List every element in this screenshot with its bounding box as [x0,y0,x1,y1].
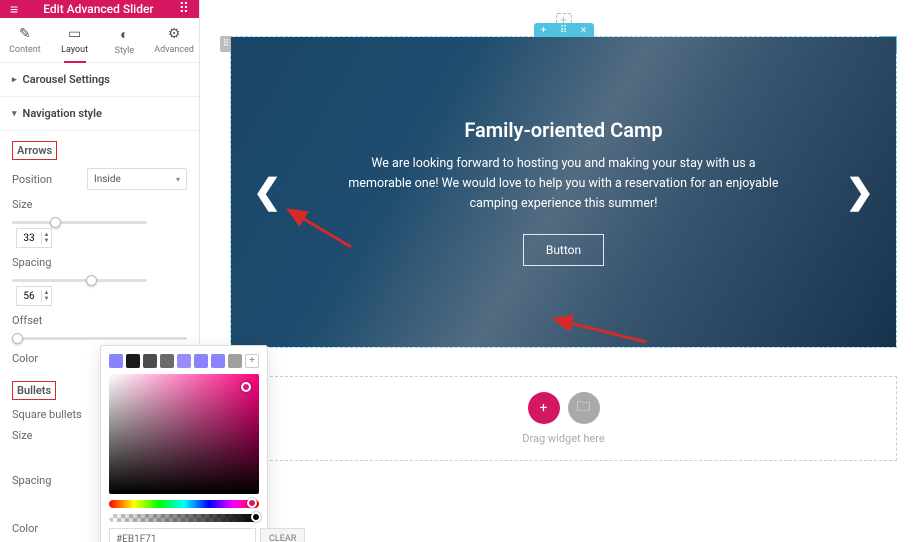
slider-thumb[interactable] [86,275,97,286]
add-widget-button[interactable]: + [528,392,560,424]
drop-zone[interactable]: + 🗀 Drag widget here [230,376,897,461]
swatch[interactable] [194,354,208,368]
tab-content[interactable]: ✎Content [0,18,50,62]
label-square-bullets: Square bullets [12,408,82,421]
hue-slider[interactable] [109,500,259,508]
swatch[interactable] [126,354,140,368]
saturation-field[interactable] [109,374,259,494]
label-offset: Offset [12,314,42,327]
swatch[interactable] [143,354,157,368]
style-icon: ◐ [100,26,150,43]
panel-header: ≡ Edit Advanced Slider ⠿ [0,0,199,18]
swatch[interactable] [211,354,225,368]
tab-style[interactable]: ◐Style [100,18,150,62]
slider-thumb[interactable] [50,217,61,228]
size-slider[interactable] [12,221,147,224]
slider-section: + + ⠿ × ⠿ ✎ ❮ ❯ Family-oriented Camp We … [230,36,897,348]
chevron-down-icon: ▾ [12,109,17,119]
clear-button[interactable]: CLEAR [260,528,305,542]
add-swatch[interactable]: + [245,354,259,368]
label-bullets-size: Size [12,429,32,442]
tab-advanced[interactable]: ⚙Advanced [149,18,199,62]
chevron-down-icon: ▾ [176,175,180,184]
gear-icon: ⚙ [149,26,199,42]
position-select[interactable]: Inside ▾ [87,168,187,190]
section-navigation-style[interactable]: ▾ Navigation style [0,97,199,131]
swatch[interactable] [109,354,123,368]
slide-title: Family-oriented Camp [464,118,662,142]
tab-layout[interactable]: ▭Layout [50,18,100,62]
swatch[interactable] [177,354,191,368]
color-picker: + CLEAR [100,345,268,542]
panel-body: ▸ Carousel Settings ▾ Navigation style A… [0,63,199,542]
slide-body: We are looking forward to hosting you an… [341,154,786,214]
alpha-handle[interactable] [251,512,261,522]
step-down-icon[interactable]: ▼ [42,238,51,244]
offset-slider[interactable] [12,337,187,340]
label-arrow-color: Color [12,352,38,365]
chevron-right-icon: ▸ [12,75,17,85]
heading-bullets: Bullets [12,381,56,400]
preset-swatches: + [109,354,259,368]
heading-arrows: Arrows [12,141,57,160]
layout-icon: ▭ [50,26,100,42]
panel-tabs: ✎Content ▭Layout ◐Style ⚙Advanced [0,18,199,63]
preview-canvas: + + ⠿ × ⠿ ✎ ❮ ❯ Family-oriented Camp We … [200,0,915,542]
slider-thumb[interactable] [12,333,23,344]
next-arrow[interactable]: ❯ [846,172,875,212]
label-bullets-spacing: Spacing [12,474,51,487]
swatch[interactable] [228,354,242,368]
folder-button[interactable]: 🗀 [568,392,600,424]
prev-arrow[interactable]: ❮ [253,172,282,212]
drop-zone-label: Drag widget here [522,432,604,445]
alpha-slider[interactable] [109,514,259,522]
annotation-arrow [291,212,361,256]
label-size: Size [12,198,32,211]
label-bullets-color: Color [12,522,38,535]
hue-handle[interactable] [247,498,257,508]
slide-preview: ❮ ❯ Family-oriented Camp We are looking … [231,37,896,347]
step-down-icon[interactable]: ▼ [42,296,51,302]
editor-panel: ≡ Edit Advanced Slider ⠿ ✎Content ▭Layou… [0,0,200,542]
slide-button[interactable]: Button [523,234,604,266]
spacing-slider[interactable] [12,279,147,282]
hex-input[interactable] [109,528,256,542]
panel-title: Edit Advanced Slider [43,2,153,16]
swatch[interactable] [160,354,174,368]
pencil-icon: ✎ [0,26,50,42]
menu-icon[interactable]: ≡ [10,1,18,18]
apps-icon[interactable]: ⠿ [179,1,189,17]
size-number[interactable]: 33▲▼ [16,228,52,248]
spacing-number[interactable]: 56▲▼ [16,286,52,306]
annotation-arrow [561,317,651,351]
label-spacing: Spacing [12,256,51,269]
field-position: Position Inside ▾ [12,168,187,190]
saturation-handle[interactable] [241,382,251,392]
section-carousel-settings[interactable]: ▸ Carousel Settings [0,63,199,97]
